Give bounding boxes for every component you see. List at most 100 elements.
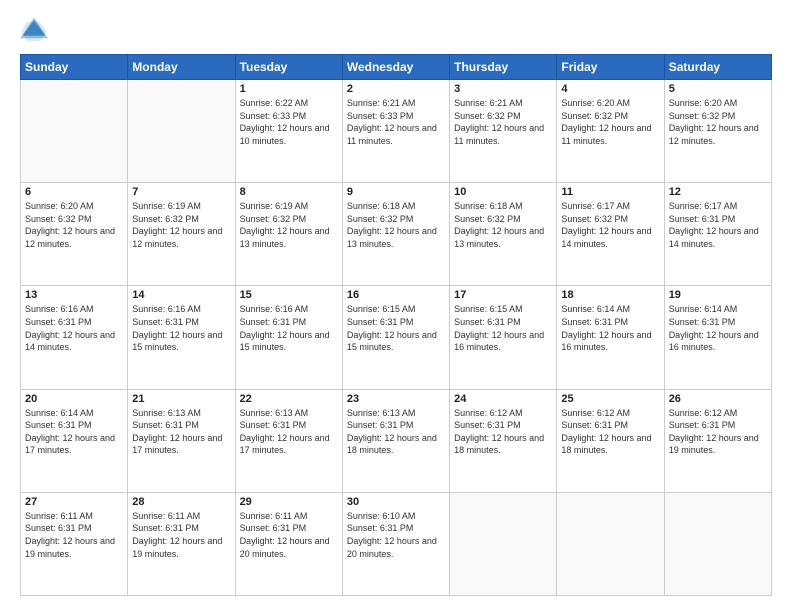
day-number: 12 xyxy=(669,186,767,198)
day-number: 16 xyxy=(347,289,445,301)
day-info: Sunrise: 6:21 AM Sunset: 6:32 PM Dayligh… xyxy=(454,97,552,147)
day-info: Sunrise: 6:16 AM Sunset: 6:31 PM Dayligh… xyxy=(240,303,338,353)
day-info: Sunrise: 6:19 AM Sunset: 6:32 PM Dayligh… xyxy=(240,200,338,250)
calendar-cell: 12 Sunrise: 6:17 AM Sunset: 6:31 PM Dayli… xyxy=(664,183,771,286)
day-number: 17 xyxy=(454,289,552,301)
calendar-cell: 4Sunrise: 6:20 AM Sunset: 6:32 PM Daylig… xyxy=(557,80,664,183)
weekday-header: Friday xyxy=(557,55,664,80)
day-info: Sunrise: 6:14 AM Sunset: 6:31 PM Dayligh… xyxy=(25,407,123,457)
calendar-cell: 24 Sunrise: 6:12 AM Sunset: 6:31 PM Dayli… xyxy=(450,389,557,492)
calendar-cell: 29 Sunrise: 6:11 AM Sunset: 6:31 PM Dayli… xyxy=(235,492,342,595)
calendar-cell xyxy=(557,492,664,595)
day-info: Sunrise: 6:17 AM Sunset: 6:32 PM Dayligh… xyxy=(561,200,659,250)
calendar-week-row: 6 Sunrise: 6:20 AM Sunset: 6:32 PM Daylig… xyxy=(21,183,772,286)
day-info: Sunrise: 6:12 AM Sunset: 6:31 PM Dayligh… xyxy=(561,407,659,457)
day-number: 5 xyxy=(669,83,767,95)
day-info: Sunrise: 6:14 AM Sunset: 6:31 PM Dayligh… xyxy=(561,303,659,353)
day-info: Sunrise: 6:19 AM Sunset: 6:32 PM Dayligh… xyxy=(132,200,230,250)
weekday-header: Monday xyxy=(128,55,235,80)
calendar-cell: 10Sunrise: 6:18 AM Sunset: 6:32 PM Dayli… xyxy=(450,183,557,286)
page: SundayMondayTuesdayWednesdayThursdayFrid… xyxy=(0,0,792,612)
calendar-week-row: 27 Sunrise: 6:11 AM Sunset: 6:31 PM Dayli… xyxy=(21,492,772,595)
day-number: 27 xyxy=(25,496,123,508)
day-number: 24 xyxy=(454,393,552,405)
day-number: 30 xyxy=(347,496,445,508)
calendar-cell xyxy=(128,80,235,183)
day-info: Sunrise: 6:12 AM Sunset: 6:31 PM Dayligh… xyxy=(454,407,552,457)
weekday-header: Sunday xyxy=(21,55,128,80)
day-number: 3 xyxy=(454,83,552,95)
day-info: Sunrise: 6:20 AM Sunset: 6:32 PM Dayligh… xyxy=(669,97,767,147)
calendar-cell: 5 Sunrise: 6:20 AM Sunset: 6:32 PM Daylig… xyxy=(664,80,771,183)
day-number: 10 xyxy=(454,186,552,198)
day-info: Sunrise: 6:22 AM Sunset: 6:33 PM Dayligh… xyxy=(240,97,338,147)
calendar-cell: 3 Sunrise: 6:21 AM Sunset: 6:32 PM Daylig… xyxy=(450,80,557,183)
weekday-header: Saturday xyxy=(664,55,771,80)
calendar-week-row: 20Sunrise: 6:14 AM Sunset: 6:31 PM Dayli… xyxy=(21,389,772,492)
calendar-cell: 6 Sunrise: 6:20 AM Sunset: 6:32 PM Daylig… xyxy=(21,183,128,286)
logo-icon xyxy=(20,16,48,44)
day-info: Sunrise: 6:11 AM Sunset: 6:31 PM Dayligh… xyxy=(132,510,230,560)
day-number: 2 xyxy=(347,83,445,95)
day-number: 15 xyxy=(240,289,338,301)
day-number: 26 xyxy=(669,393,767,405)
calendar-cell xyxy=(450,492,557,595)
calendar-cell: 15 Sunrise: 6:16 AM Sunset: 6:31 PM Dayli… xyxy=(235,286,342,389)
day-number: 11 xyxy=(561,186,659,198)
day-info: Sunrise: 6:17 AM Sunset: 6:31 PM Dayligh… xyxy=(669,200,767,250)
calendar-cell: 25Sunrise: 6:12 AM Sunset: 6:31 PM Dayli… xyxy=(557,389,664,492)
calendar-cell xyxy=(21,80,128,183)
day-info: Sunrise: 6:15 AM Sunset: 6:31 PM Dayligh… xyxy=(454,303,552,353)
calendar-cell: 7 Sunrise: 6:19 AM Sunset: 6:32 PM Daylig… xyxy=(128,183,235,286)
day-info: Sunrise: 6:13 AM Sunset: 6:31 PM Dayligh… xyxy=(132,407,230,457)
day-number: 14 xyxy=(132,289,230,301)
day-info: Sunrise: 6:12 AM Sunset: 6:31 PM Dayligh… xyxy=(669,407,767,457)
calendar-cell: 16 Sunrise: 6:15 AM Sunset: 6:31 PM Dayli… xyxy=(342,286,449,389)
weekday-header: Thursday xyxy=(450,55,557,80)
day-number: 28 xyxy=(132,496,230,508)
day-info: Sunrise: 6:14 AM Sunset: 6:31 PM Dayligh… xyxy=(669,303,767,353)
day-info: Sunrise: 6:11 AM Sunset: 6:31 PM Dayligh… xyxy=(240,510,338,560)
day-number: 7 xyxy=(132,186,230,198)
day-number: 6 xyxy=(25,186,123,198)
calendar-cell: 14 Sunrise: 6:16 AM Sunset: 6:31 PM Dayli… xyxy=(128,286,235,389)
day-info: Sunrise: 6:20 AM Sunset: 6:32 PM Dayligh… xyxy=(25,200,123,250)
calendar-week-row: 13 Sunrise: 6:16 AM Sunset: 6:31 PM Dayli… xyxy=(21,286,772,389)
calendar-cell: 27 Sunrise: 6:11 AM Sunset: 6:31 PM Dayli… xyxy=(21,492,128,595)
day-info: Sunrise: 6:18 AM Sunset: 6:32 PM Dayligh… xyxy=(347,200,445,250)
calendar-cell xyxy=(664,492,771,595)
day-info: Sunrise: 6:10 AM Sunset: 6:31 PM Dayligh… xyxy=(347,510,445,560)
calendar-cell: 26 Sunrise: 6:12 AM Sunset: 6:31 PM Dayli… xyxy=(664,389,771,492)
day-number: 19 xyxy=(669,289,767,301)
calendar-cell: 9Sunrise: 6:18 AM Sunset: 6:32 PM Daylig… xyxy=(342,183,449,286)
day-number: 4 xyxy=(561,83,659,95)
calendar-cell: 20Sunrise: 6:14 AM Sunset: 6:31 PM Dayli… xyxy=(21,389,128,492)
calendar-cell: 28 Sunrise: 6:11 AM Sunset: 6:31 PM Dayli… xyxy=(128,492,235,595)
calendar-table: SundayMondayTuesdayWednesdayThursdayFrid… xyxy=(20,54,772,596)
day-number: 13 xyxy=(25,289,123,301)
day-number: 8 xyxy=(240,186,338,198)
day-number: 18 xyxy=(561,289,659,301)
calendar-cell: 19 Sunrise: 6:14 AM Sunset: 6:31 PM Dayli… xyxy=(664,286,771,389)
calendar-cell: 13Sunrise: 6:16 AM Sunset: 6:31 PM Dayli… xyxy=(21,286,128,389)
calendar-cell: 8 Sunrise: 6:19 AM Sunset: 6:32 PM Daylig… xyxy=(235,183,342,286)
calendar-cell: 22Sunrise: 6:13 AM Sunset: 6:31 PM Dayli… xyxy=(235,389,342,492)
day-number: 22 xyxy=(240,393,338,405)
logo xyxy=(20,16,52,44)
day-number: 23 xyxy=(347,393,445,405)
calendar-cell: 11 Sunrise: 6:17 AM Sunset: 6:32 PM Dayli… xyxy=(557,183,664,286)
day-info: Sunrise: 6:13 AM Sunset: 6:31 PM Dayligh… xyxy=(347,407,445,457)
calendar-cell: 23 Sunrise: 6:13 AM Sunset: 6:31 PM Dayli… xyxy=(342,389,449,492)
weekday-header: Wednesday xyxy=(342,55,449,80)
calendar-cell: 30 Sunrise: 6:10 AM Sunset: 6:31 PM Dayli… xyxy=(342,492,449,595)
day-number: 21 xyxy=(132,393,230,405)
weekday-header: Tuesday xyxy=(235,55,342,80)
day-info: Sunrise: 6:11 AM Sunset: 6:31 PM Dayligh… xyxy=(25,510,123,560)
day-info: Sunrise: 6:15 AM Sunset: 6:31 PM Dayligh… xyxy=(347,303,445,353)
calendar-cell: 1Sunrise: 6:22 AM Sunset: 6:33 PM Daylig… xyxy=(235,80,342,183)
day-info: Sunrise: 6:21 AM Sunset: 6:33 PM Dayligh… xyxy=(347,97,445,147)
calendar-cell: 21 Sunrise: 6:13 AM Sunset: 6:31 PM Dayli… xyxy=(128,389,235,492)
day-number: 29 xyxy=(240,496,338,508)
day-info: Sunrise: 6:16 AM Sunset: 6:31 PM Dayligh… xyxy=(132,303,230,353)
calendar-week-row: 1Sunrise: 6:22 AM Sunset: 6:33 PM Daylig… xyxy=(21,80,772,183)
